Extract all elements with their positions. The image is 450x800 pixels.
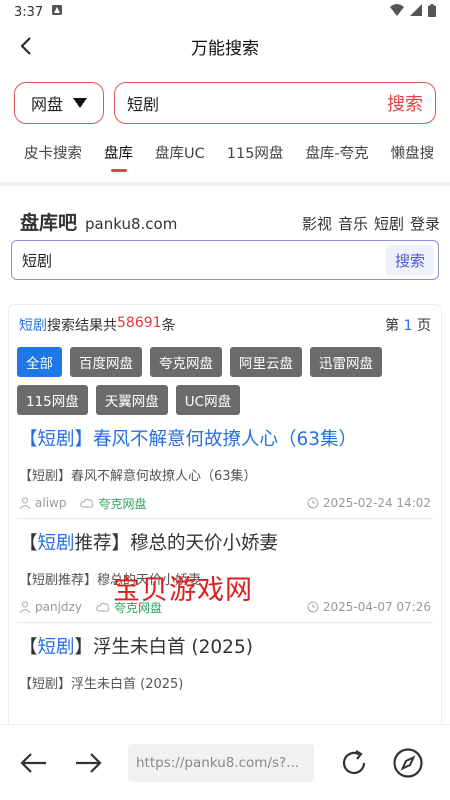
title-rest: 推荐】穆总的天价小娇妻 [74, 533, 279, 554]
filter-baidu[interactable]: 百度网盘 [70, 347, 142, 377]
tab-lanpan[interactable]: 懒盘搜 [391, 142, 435, 178]
filter-tianyi[interactable]: 天翼网盘 [95, 385, 168, 415]
nav-login[interactable]: 登录 [410, 213, 440, 234]
filter-xunlei[interactable]: 迅雷网盘 [310, 347, 382, 377]
result-desc: 【短剧】春风不解意何故撩人心（63集） [19, 469, 257, 484]
dropdown-triangle-icon [73, 98, 87, 108]
tab-115[interactable]: 115网盘 [227, 142, 284, 178]
result-date: 2025-04-07 07:26 [307, 600, 431, 614]
reload-button[interactable] [334, 743, 374, 783]
summary-count: 58691 [117, 315, 162, 331]
browser-toolbar: https://panku8.com/s?... [0, 724, 450, 800]
site-search-button[interactable]: 搜索 [385, 244, 434, 276]
arrow-left-icon [20, 752, 46, 773]
browser-back-button[interactable] [14, 743, 54, 783]
filter-quark[interactable]: 夸克网盘 [150, 347, 222, 377]
result-item[interactable]: 【短剧】浮生未白首 (2025) 【短剧】浮生未白首 (2025) [17, 623, 433, 698]
result-date: 2025-02-24 14:02 [307, 496, 431, 510]
tab-panku-quark[interactable]: 盘库-夸克 [305, 142, 368, 178]
nav-music[interactable]: 音乐 [338, 213, 368, 234]
battery-icon [428, 3, 436, 21]
result-user: aliwp [19, 496, 66, 510]
result-username: panjdzy [35, 600, 82, 614]
notification-icon [51, 4, 63, 20]
app-bar: 万能搜索 [0, 24, 450, 68]
result-date-text: 2025-02-24 14:02 [322, 496, 431, 510]
browser-forward-button[interactable] [68, 743, 108, 783]
drive-type-label: 网盘 [30, 95, 63, 114]
url-bar[interactable]: https://panku8.com/s?... [128, 743, 314, 782]
back-button[interactable] [12, 32, 40, 60]
webview[interactable]: 盘库吧 panku8.com 影视 音乐 短剧 登录 短剧 搜索 短剧 搜索结果… [0, 198, 450, 724]
title-prefix: 【 [19, 637, 38, 658]
page-title: 万能搜索 [191, 38, 259, 59]
result-item[interactable]: 【短剧】春风不解意何故撩人心（63集） 【短剧】春风不解意何故撩人心（63集） … [17, 415, 433, 519]
cloud-icon [80, 498, 94, 508]
page-number: 1 [403, 318, 413, 334]
divider [0, 182, 450, 186]
clock-icon [307, 601, 319, 613]
signal-icon [410, 4, 422, 20]
site-logo[interactable]: 盘库吧 [20, 208, 77, 235]
tab-panku-uc[interactable]: 盘库UC [155, 142, 205, 178]
title-prefix: 【 [19, 533, 38, 554]
back-arrow-icon [20, 37, 31, 55]
summary-text-after: 条 [161, 318, 176, 334]
results-card: 短剧 搜索结果共 58691 条 第 1 页 全部 百度网盘 夸克网盘 阿里云盘… [8, 304, 442, 724]
result-username: aliwp [35, 496, 67, 510]
title-rest: 】浮生未白首 (2025) [74, 637, 253, 658]
result-title[interactable]: 【短剧】浮生未白首 (2025) [19, 635, 431, 661]
reload-icon [342, 749, 366, 774]
tab-pika[interactable]: 皮卡搜索 [24, 142, 82, 178]
watermark: 宝贝游戏网 [113, 575, 253, 606]
result-disk: 夸克网盘 [80, 495, 146, 512]
cloud-icon [96, 602, 110, 612]
page-indicator: 第 1 页 [385, 315, 431, 335]
page-suffix: 页 [417, 318, 431, 334]
compass-icon [393, 747, 423, 778]
site-nav: 影视 音乐 短剧 登录 [302, 213, 440, 234]
filter-aliyun[interactable]: 阿里云盘 [230, 347, 302, 377]
tab-panku[interactable]: 盘库 [104, 142, 133, 178]
result-title[interactable]: 【短剧】春风不解意何故撩人心（63集） [19, 427, 431, 453]
summary-text-before: 搜索结果共 [47, 318, 117, 334]
keyword-value: 短剧 [127, 95, 160, 114]
user-icon [19, 497, 31, 509]
filter-uc[interactable]: UC网盘 [175, 385, 241, 415]
nav-drama[interactable]: 短剧 [374, 213, 404, 234]
filter-115[interactable]: 115网盘 [17, 385, 88, 415]
disk-filters: 全部 百度网盘 夸克网盘 阿里云盘 迅雷网盘 115网盘 天翼网盘 UC网盘 [17, 347, 433, 415]
filter-all[interactable]: 全部 [17, 347, 62, 377]
site-search-bar: 短剧 搜索 [11, 240, 439, 280]
wifi-icon [390, 4, 404, 20]
search-button[interactable]: 搜索 [387, 90, 423, 116]
keyword-input[interactable]: 短剧 搜索 [114, 82, 436, 124]
result-meta: aliwp 夸克网盘 2025-02-24 14:02 [19, 494, 431, 512]
site-domain: panku8.com [85, 215, 178, 233]
result-user: panjdzy [19, 600, 82, 614]
results-summary: 短剧 搜索结果共 58691 条 第 1 页 [17, 315, 433, 335]
drive-type-dropdown[interactable]: 网盘 [14, 82, 104, 124]
result-disk-label: 夸克网盘 [98, 496, 147, 511]
title-keyword: 短剧 [37, 637, 75, 658]
result-title[interactable]: 【短剧推荐】穆总的天价小娇妻 [19, 531, 431, 557]
source-tabs: 皮卡搜索 盘库 盘库UC 115网盘 盘库-夸克 懒盘搜 [0, 124, 450, 182]
site-header: 盘库吧 panku8.com 影视 音乐 短剧 登录 [0, 198, 450, 238]
user-icon [19, 601, 31, 613]
arrow-right-icon [76, 752, 102, 773]
status-time: 3:37 [14, 4, 44, 20]
page-prefix: 第 [385, 318, 400, 334]
clock-icon [307, 497, 319, 509]
status-bar: 3:37 [0, 0, 450, 24]
summary-keyword: 短剧 [19, 318, 47, 334]
search-row: 网盘 短剧 搜索 [0, 68, 450, 124]
result-date-text: 2025-04-07 07:26 [322, 600, 431, 614]
site-search-input[interactable]: 短剧 [22, 250, 386, 271]
title-keyword: 短剧 [37, 533, 75, 554]
result-desc: 【短剧】浮生未白首 (2025) [19, 677, 184, 692]
compass-button[interactable] [388, 743, 428, 783]
nav-video[interactable]: 影视 [302, 213, 332, 234]
